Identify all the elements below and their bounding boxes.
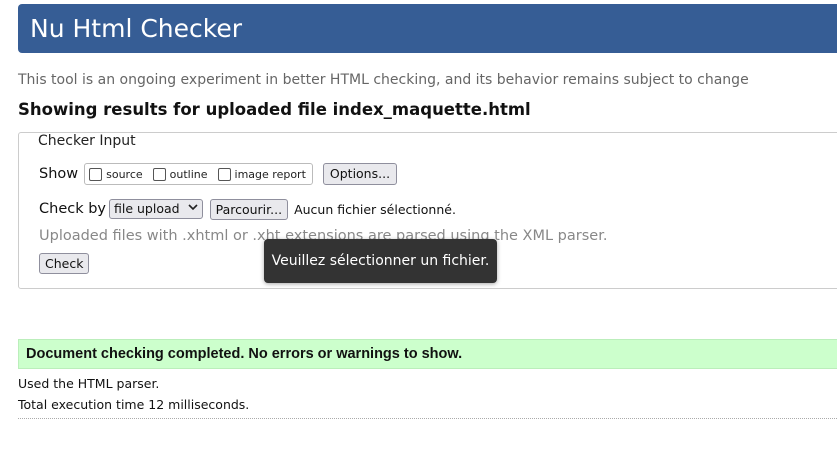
image-report-checkbox[interactable] (217, 167, 231, 181)
chevron-down-icon (188, 200, 198, 218)
check-by-label: Check by (39, 201, 106, 217)
show-label: Show (39, 166, 79, 182)
outline-checkbox[interactable] (152, 167, 166, 181)
app-header: Nu Html Checker (18, 4, 837, 53)
image-report-label: image report (234, 167, 306, 181)
show-row: Show source outline image report Options… (39, 163, 398, 185)
check-by-row: Check by file upload Parcourir... Aucun … (39, 198, 456, 220)
browse-file-button[interactable]: Parcourir... (209, 198, 289, 220)
outline-label: outline (169, 167, 208, 181)
checker-input-legend: Checker Input (37, 133, 137, 149)
options-button[interactable]: Options... (322, 163, 398, 185)
validation-tooltip: Veuillez sélectionner un fichier. (264, 239, 497, 283)
check-button[interactable]: Check (39, 253, 90, 274)
intro-text: This tool is an ongoing experiment in be… (18, 72, 749, 88)
check-by-select[interactable]: file upload (109, 199, 203, 219)
parser-info: Used the HTML parser. (18, 376, 160, 391)
results-heading: Showing results for uploaded file index_… (18, 100, 531, 119)
show-outline-option[interactable]: outline (152, 167, 208, 181)
source-checkbox[interactable] (89, 167, 103, 181)
source-label: source (106, 167, 143, 181)
show-options-group: source outline image report (84, 163, 313, 185)
show-source-option[interactable]: source (89, 167, 143, 181)
no-file-selected-text: Aucun fichier sélectionné. (294, 201, 456, 217)
success-message: Document checking completed. No errors o… (18, 339, 837, 369)
show-image-report-option[interactable]: image report (217, 167, 306, 181)
execution-time: Total execution time 12 milliseconds. (18, 397, 250, 412)
app-title: Nu Html Checker (30, 14, 243, 43)
divider (18, 418, 837, 419)
check-by-value: file upload (114, 201, 180, 216)
